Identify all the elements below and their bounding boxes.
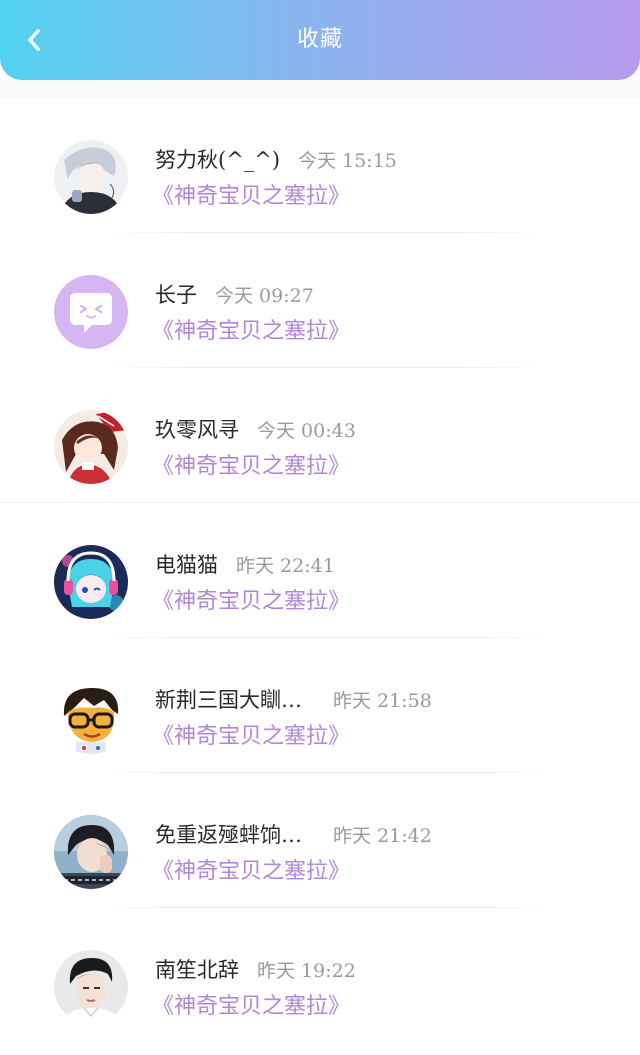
favorite-time: 昨天 19:22 (257, 960, 356, 982)
book-title-link[interactable]: 《神奇宝贝之塞拉》 (152, 313, 350, 345)
user-name: 玖零风寻 (155, 418, 239, 442)
user-name: 长子 (155, 283, 197, 307)
book-title-link[interactable]: 《神奇宝贝之塞拉》 (152, 988, 350, 1020)
favorite-time: 昨天 22:41 (236, 555, 335, 577)
book-title-link[interactable]: 《神奇宝贝之塞拉》 (152, 583, 350, 615)
list-item[interactable]: 电猫猫 昨天 22:41 《神奇宝贝之塞拉》 (0, 503, 640, 638)
cartoon-glasses-avatar[interactable] (54, 680, 128, 754)
user-name: 免重返殛蝆饷… (155, 823, 302, 847)
list-item[interactable]: 努力秋(^_^) 今天 15:15 《神奇宝贝之塞拉》 (0, 98, 640, 233)
book-title-link[interactable]: 《神奇宝贝之塞拉》 (152, 853, 350, 885)
favorite-time: 今天 15:15 (298, 150, 397, 172)
favorites-list: 努力秋(^_^) 今天 15:15 《神奇宝贝之塞拉》 长子 今天 09:27 … (0, 98, 640, 1043)
anime-headphones-avatar[interactable] (54, 545, 128, 619)
photo-man-avatar[interactable] (54, 950, 128, 1024)
list-item[interactable]: 玖零风寻 今天 00:43 《神奇宝贝之塞拉》 (0, 368, 640, 503)
favorite-time: 今天 09:27 (215, 285, 314, 307)
favorite-time: 昨天 21:58 (333, 690, 432, 712)
list-item[interactable]: 新荆三国大瞓… 昨天 21:58 《神奇宝贝之塞拉》 (0, 638, 640, 773)
header-spacer (0, 80, 640, 98)
favorite-time: 昨天 21:42 (333, 825, 432, 847)
user-name: 新荆三国大瞓… (155, 688, 302, 712)
anime-white-hair-avatar[interactable] (54, 140, 128, 214)
list-item[interactable]: 免重返殛蝆饷… 昨天 21:42 《神奇宝贝之塞拉》 (0, 773, 640, 908)
user-name: 南笙北辞 (155, 958, 239, 982)
anime-girl-red-bow-avatar[interactable] (54, 410, 128, 484)
book-title-link[interactable]: 《神奇宝贝之塞拉》 (152, 448, 350, 480)
page-title: 收藏 (296, 27, 343, 52)
photo-person-avatar[interactable] (54, 815, 128, 889)
list-item[interactable]: 南笙北辞 昨天 19:22 《神奇宝贝之塞拉》 (0, 908, 640, 1043)
book-title-link[interactable]: 《神奇宝贝之塞拉》 (152, 718, 350, 750)
top-bar: 收藏 (0, 0, 640, 80)
user-name: 电猫猫 (155, 553, 218, 577)
book-title-link[interactable]: 《神奇宝贝之塞拉》 (152, 178, 350, 210)
user-name: 努力秋(^_^) (155, 148, 281, 172)
chat-bubble-default-avatar[interactable] (54, 275, 128, 349)
list-item[interactable]: 长子 今天 09:27 《神奇宝贝之塞拉》 (0, 233, 640, 368)
favorite-time: 今天 00:43 (257, 420, 356, 442)
